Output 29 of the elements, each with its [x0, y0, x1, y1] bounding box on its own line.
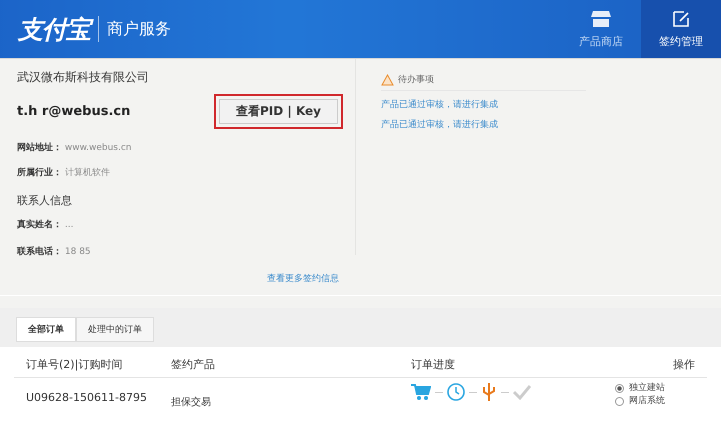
column-header: 订单号(2)|订购时间 — [26, 357, 124, 372]
cart-icon — [411, 383, 431, 401]
clock-icon — [447, 383, 465, 401]
info-field: 联系电话： 18 85 — [17, 245, 355, 258]
account-email: t.h r@webus.cn — [17, 104, 130, 119]
nav-item[interactable]: 产品商店 — [561, 0, 641, 58]
company-name: 武汉微布斯科技有限公司 — [17, 69, 150, 86]
edit-icon — [672, 10, 690, 28]
column-header: 订单进度 — [411, 357, 456, 372]
order-number: U09628-150611-8795 — [26, 391, 148, 404]
product-name: 担保交易 — [171, 396, 212, 409]
column-header: 操作 — [672, 357, 695, 372]
service-title: 商户服务 — [107, 18, 171, 40]
todo-title: 待办事项 — [398, 74, 434, 86]
radio-option[interactable]: 独立建站 — [615, 383, 695, 394]
order-tab[interactable]: 处理中的订单 — [76, 317, 154, 342]
info-field: 真实姓名： ... — [17, 218, 355, 231]
order-tab[interactable]: 全部订单 — [16, 317, 76, 342]
column-header: 签约产品 — [171, 357, 216, 372]
store-icon — [591, 10, 611, 28]
contact-title: 联系人信息 — [17, 193, 73, 208]
radio-option[interactable]: 网店系统 — [615, 396, 695, 407]
warning-icon — [381, 74, 394, 86]
usb-icon — [481, 383, 497, 401]
check-icon — [513, 384, 531, 400]
info-field: 网站地址： www.webus.cn — [17, 141, 355, 154]
info-field: 所属行业： 计算机软件 — [17, 166, 355, 179]
nav-item[interactable]: 签约管理 — [641, 0, 721, 58]
view-pid-button[interactable]: 查看PID | Key — [218, 99, 338, 124]
